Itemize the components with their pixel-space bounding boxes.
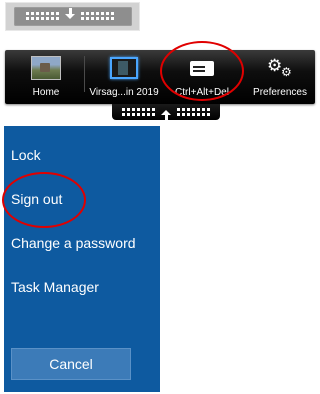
- change-password-option[interactable]: Change a password: [11, 235, 136, 251]
- grip-dots-right: [81, 12, 114, 20]
- vm-session-button[interactable]: Virsag...in 2019: [87, 50, 161, 104]
- arrow-up-icon: [161, 109, 171, 121]
- collapsed-toolbar-handle[interactable]: [5, 2, 140, 31]
- task-manager-option[interactable]: Task Manager: [11, 279, 99, 295]
- home-label: Home: [32, 87, 60, 98]
- ctrl-alt-del-button[interactable]: Ctrl+Alt+Del: [165, 50, 239, 104]
- grip-dots-left: [26, 12, 59, 20]
- expand-toolbar-button[interactable]: [14, 7, 132, 26]
- arrow-down-icon: [65, 7, 75, 19]
- home-button[interactable]: Home: [23, 50, 69, 104]
- vm-thumbnail-icon: [109, 56, 139, 80]
- drag-grip: [122, 108, 210, 121]
- gears-icon: ⚙ ⚙: [267, 56, 292, 79]
- sign-out-option[interactable]: Sign out: [11, 191, 62, 207]
- preferences-label: Preferences: [253, 87, 307, 98]
- drag-grip: [26, 7, 114, 20]
- keyboard-icon: [187, 56, 217, 80]
- preferences-button[interactable]: ⚙ ⚙ Preferences: [247, 50, 313, 104]
- vm-session-label: Virsag...in 2019: [89, 87, 159, 98]
- home-thumbnail-icon: [31, 56, 61, 80]
- lock-option[interactable]: Lock: [11, 147, 41, 163]
- cancel-button[interactable]: Cancel: [11, 348, 131, 380]
- security-options-panel: Lock Sign out Change a password Task Man…: [4, 126, 160, 392]
- remote-toolbar: Home Virsag...in 2019 Ctrl+Alt+Del ⚙ ⚙ P…: [5, 50, 315, 104]
- ctrl-alt-del-label: Ctrl+Alt+Del: [175, 87, 229, 98]
- collapse-toolbar-button[interactable]: [112, 104, 220, 121]
- toolbar-divider: [84, 56, 85, 92]
- grip-dots-right: [177, 108, 210, 116]
- grip-dots-left: [122, 108, 155, 116]
